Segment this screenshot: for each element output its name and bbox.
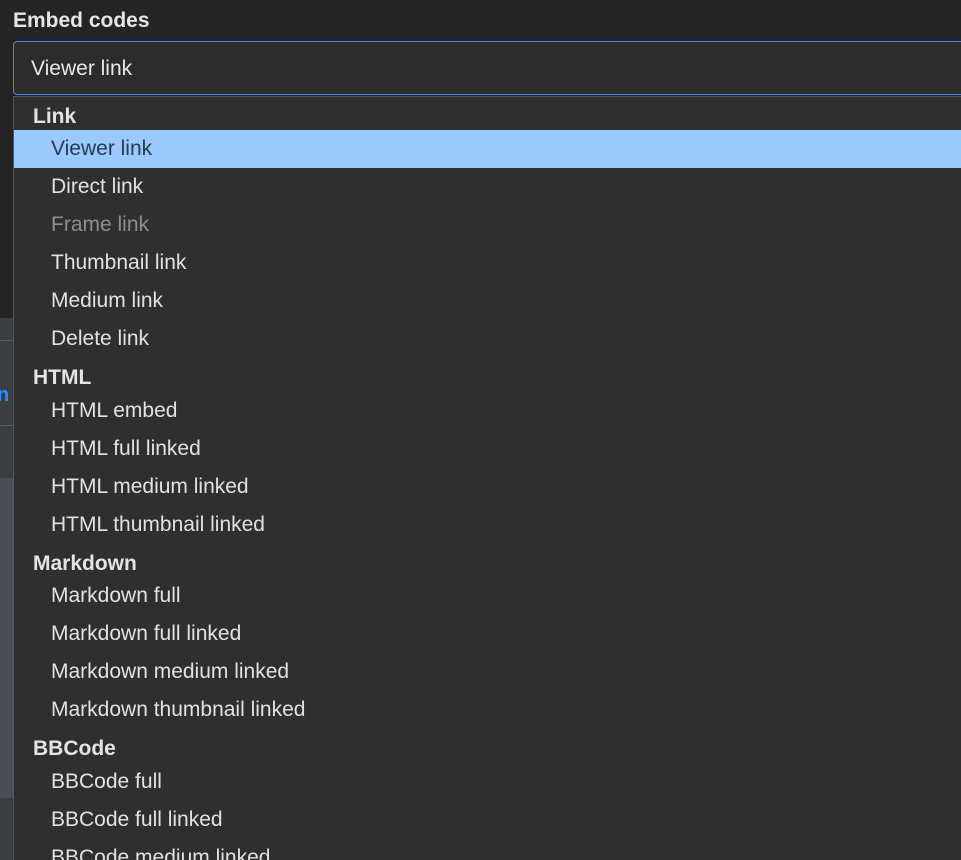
- embed-codes-selected-value: Viewer link: [31, 57, 133, 80]
- option-bbcode-full[interactable]: BBCode full: [14, 763, 961, 801]
- option-html-medium-linked[interactable]: HTML medium linked: [14, 468, 961, 506]
- background-image-area: [0, 478, 14, 798]
- embed-codes-label: Embed codes: [13, 9, 150, 32]
- background-link-fragment[interactable]: n: [0, 383, 9, 407]
- option-html-full-linked[interactable]: HTML full linked: [14, 430, 961, 468]
- option-html-embed[interactable]: HTML embed: [14, 392, 961, 430]
- option-markdown-full-linked[interactable]: Markdown full linked: [14, 615, 961, 653]
- option-medium-link[interactable]: Medium link: [14, 282, 961, 320]
- background-divider: [0, 340, 14, 341]
- optgroup-html-label: HTML: [33, 366, 92, 389]
- optgroup-bbcode-label: BBCode: [33, 737, 116, 760]
- option-thumbnail-link[interactable]: Thumbnail link: [14, 244, 961, 282]
- option-bbcode-full-linked[interactable]: BBCode full linked: [14, 801, 961, 839]
- page: n Embed codes Viewer link Link Viewer li…: [0, 0, 961, 860]
- option-viewer-link[interactable]: Viewer link: [14, 130, 961, 168]
- background-divider: [0, 425, 14, 426]
- embed-codes-select[interactable]: Viewer link: [13, 41, 961, 95]
- option-frame-link: Frame link: [51, 213, 150, 236]
- option-markdown-full[interactable]: Markdown full: [14, 577, 961, 615]
- optgroup-link-label: Link: [33, 105, 77, 128]
- option-markdown-thumbnail-linked[interactable]: Markdown thumbnail linked: [14, 691, 961, 729]
- option-direct-link[interactable]: Direct link: [14, 168, 961, 206]
- option-delete-link[interactable]: Delete link: [14, 320, 961, 358]
- optgroup-markdown-label: Markdown: [33, 552, 137, 575]
- embed-codes-dropdown-list[interactable]: Link Viewer link Direct link Frame link …: [13, 96, 961, 860]
- option-html-thumbnail-linked[interactable]: HTML thumbnail linked: [14, 506, 961, 544]
- option-markdown-medium-linked[interactable]: Markdown medium linked: [14, 653, 961, 691]
- option-bbcode-medium-linked[interactable]: BBCode medium linked: [14, 839, 961, 860]
